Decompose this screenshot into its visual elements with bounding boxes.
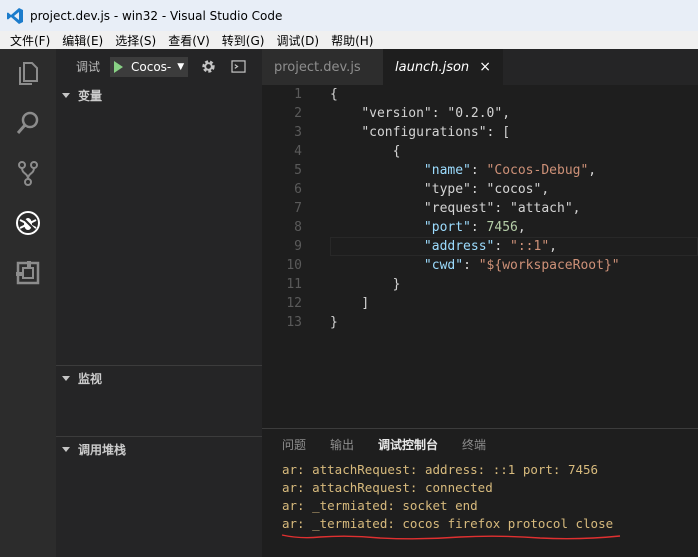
code-line: 10 "cwd": "${workspaceRoot}"	[262, 256, 698, 275]
tab-label: project.dev.js	[274, 59, 361, 75]
line-number: 5	[294, 163, 302, 178]
debug-toolbar: 调试 Cocos- ▼	[56, 49, 262, 84]
tab-debug-console[interactable]: 调试控制台	[378, 436, 438, 453]
activity-source-control[interactable]	[0, 151, 56, 195]
debug-label: 调试	[76, 60, 101, 74]
tab-output[interactable]: 输出	[330, 436, 354, 453]
code-line: 7 "request": "attach",	[262, 199, 698, 218]
title-bar: project.dev.js - win32 - Visual Studio C…	[0, 0, 698, 31]
code-line: 6 "type": "cocos",	[262, 180, 698, 199]
activity-bar	[0, 49, 56, 557]
code-line: 13}	[262, 313, 698, 332]
variables-title: 变量	[78, 88, 103, 103]
activity-debug[interactable]	[0, 201, 56, 245]
bottom-panel: 问题 输出 调试控制台 终端 ar: attachRequest: addres…	[262, 428, 698, 557]
code-line: 12 ]	[262, 294, 698, 313]
gear-icon[interactable]	[198, 57, 218, 77]
console-line: ar: attachRequest: connected	[282, 480, 493, 495]
menu-go[interactable]: 转到(G)	[222, 32, 265, 49]
code-line: 8 "port": 7456,	[262, 218, 698, 237]
line-number: 3	[294, 125, 302, 140]
search-icon	[16, 111, 39, 134]
console-line: ar: _termiated: cocos firefox protocol c…	[282, 516, 614, 531]
chevron-down-icon	[62, 446, 70, 452]
code-line: 3 "configurations": [	[262, 123, 698, 142]
line-number: 13	[286, 315, 302, 330]
console-line: ar: attachRequest: address: ::1 port: 74…	[282, 462, 599, 477]
code-line: 1{	[262, 85, 698, 104]
code-line: 11 }	[262, 275, 698, 294]
terminal-icon[interactable]	[228, 57, 248, 77]
panel-tabs: 问题 输出 调试控制台 终端	[282, 429, 510, 459]
line-number: 2	[294, 106, 302, 121]
window-title: project.dev.js - win32 - Visual Studio C…	[30, 8, 283, 23]
menu-view[interactable]: 查看(V)	[168, 32, 210, 49]
menu-help[interactable]: 帮助(H)	[331, 32, 373, 49]
start-debugging-icon[interactable]	[114, 60, 124, 73]
activity-extensions[interactable]	[0, 251, 56, 295]
divider	[56, 436, 262, 437]
line-number: 9	[294, 239, 302, 254]
tab-project-dev-js[interactable]: project.dev.js	[262, 49, 383, 85]
tab-problems[interactable]: 问题	[282, 436, 306, 453]
line-number: 7	[294, 201, 302, 216]
extensions-icon	[16, 261, 40, 285]
code-line-current: 9 "address": "::1",	[262, 237, 698, 256]
line-number: 1	[294, 87, 302, 102]
debug-sidebar: 调试 Cocos- ▼ 变量 监视 调用堆栈	[56, 49, 262, 557]
menu-debug[interactable]: 调试(D)	[276, 32, 319, 49]
watch-section-header[interactable]: 监视	[56, 367, 262, 389]
watch-title: 监视	[78, 371, 103, 386]
menu-edit[interactable]: 编辑(E)	[62, 32, 103, 49]
code-editor[interactable]: 1{ 2 "version": "0.2.0", 3 "configuratio…	[262, 85, 698, 365]
console-line: ar: _termiated: socket end	[282, 498, 478, 513]
line-number: 12	[286, 296, 302, 311]
code-line: 4 {	[262, 142, 698, 161]
call-stack-title: 调用堆栈	[78, 442, 127, 457]
editor-tabs: project.dev.js launch.json ×	[262, 49, 698, 85]
activity-explorer[interactable]	[0, 51, 56, 95]
tab-terminal[interactable]: 终端	[462, 436, 486, 453]
line-number: 10	[286, 258, 302, 273]
files-icon	[19, 62, 38, 85]
chevron-down-icon	[62, 92, 70, 98]
debug-bug-icon	[16, 211, 40, 235]
line-number: 4	[294, 144, 302, 159]
dropdown-arrow-icon: ▼	[177, 61, 185, 72]
line-number: 8	[294, 220, 302, 235]
debug-configuration-name: Cocos-	[131, 59, 172, 74]
variables-section-header[interactable]: 变量	[56, 84, 262, 106]
menu-bar: 文件(F) 编辑(E) 选择(S) 查看(V) 转到(G) 调试(D) 帮助(H…	[0, 31, 698, 49]
debug-console-output[interactable]: ar: attachRequest: address: ::1 port: 74…	[282, 461, 698, 533]
code-line: 2 "version": "0.2.0",	[262, 104, 698, 123]
line-number: 6	[294, 182, 302, 197]
menu-file[interactable]: 文件(F)	[10, 32, 50, 49]
editor-group: project.dev.js launch.json × 1{ 2 "versi…	[262, 49, 698, 557]
call-stack-section-header[interactable]: 调用堆栈	[56, 438, 262, 460]
debug-configuration-select[interactable]: Cocos- ▼	[110, 56, 189, 77]
code-line: 5 "name": "Cocos-Debug",	[262, 161, 698, 180]
git-branch-icon	[18, 161, 38, 186]
close-icon[interactable]: ×	[479, 59, 491, 75]
line-number: 11	[286, 277, 302, 292]
chevron-down-icon	[62, 375, 70, 381]
tab-label: launch.json	[395, 59, 470, 75]
annotation-underline	[281, 534, 621, 540]
activity-search[interactable]	[0, 101, 56, 145]
menu-selection[interactable]: 选择(S)	[115, 32, 156, 49]
divider	[56, 365, 262, 366]
vscode-logo-icon	[7, 7, 23, 24]
tab-launch-json[interactable]: launch.json ×	[383, 49, 503, 85]
